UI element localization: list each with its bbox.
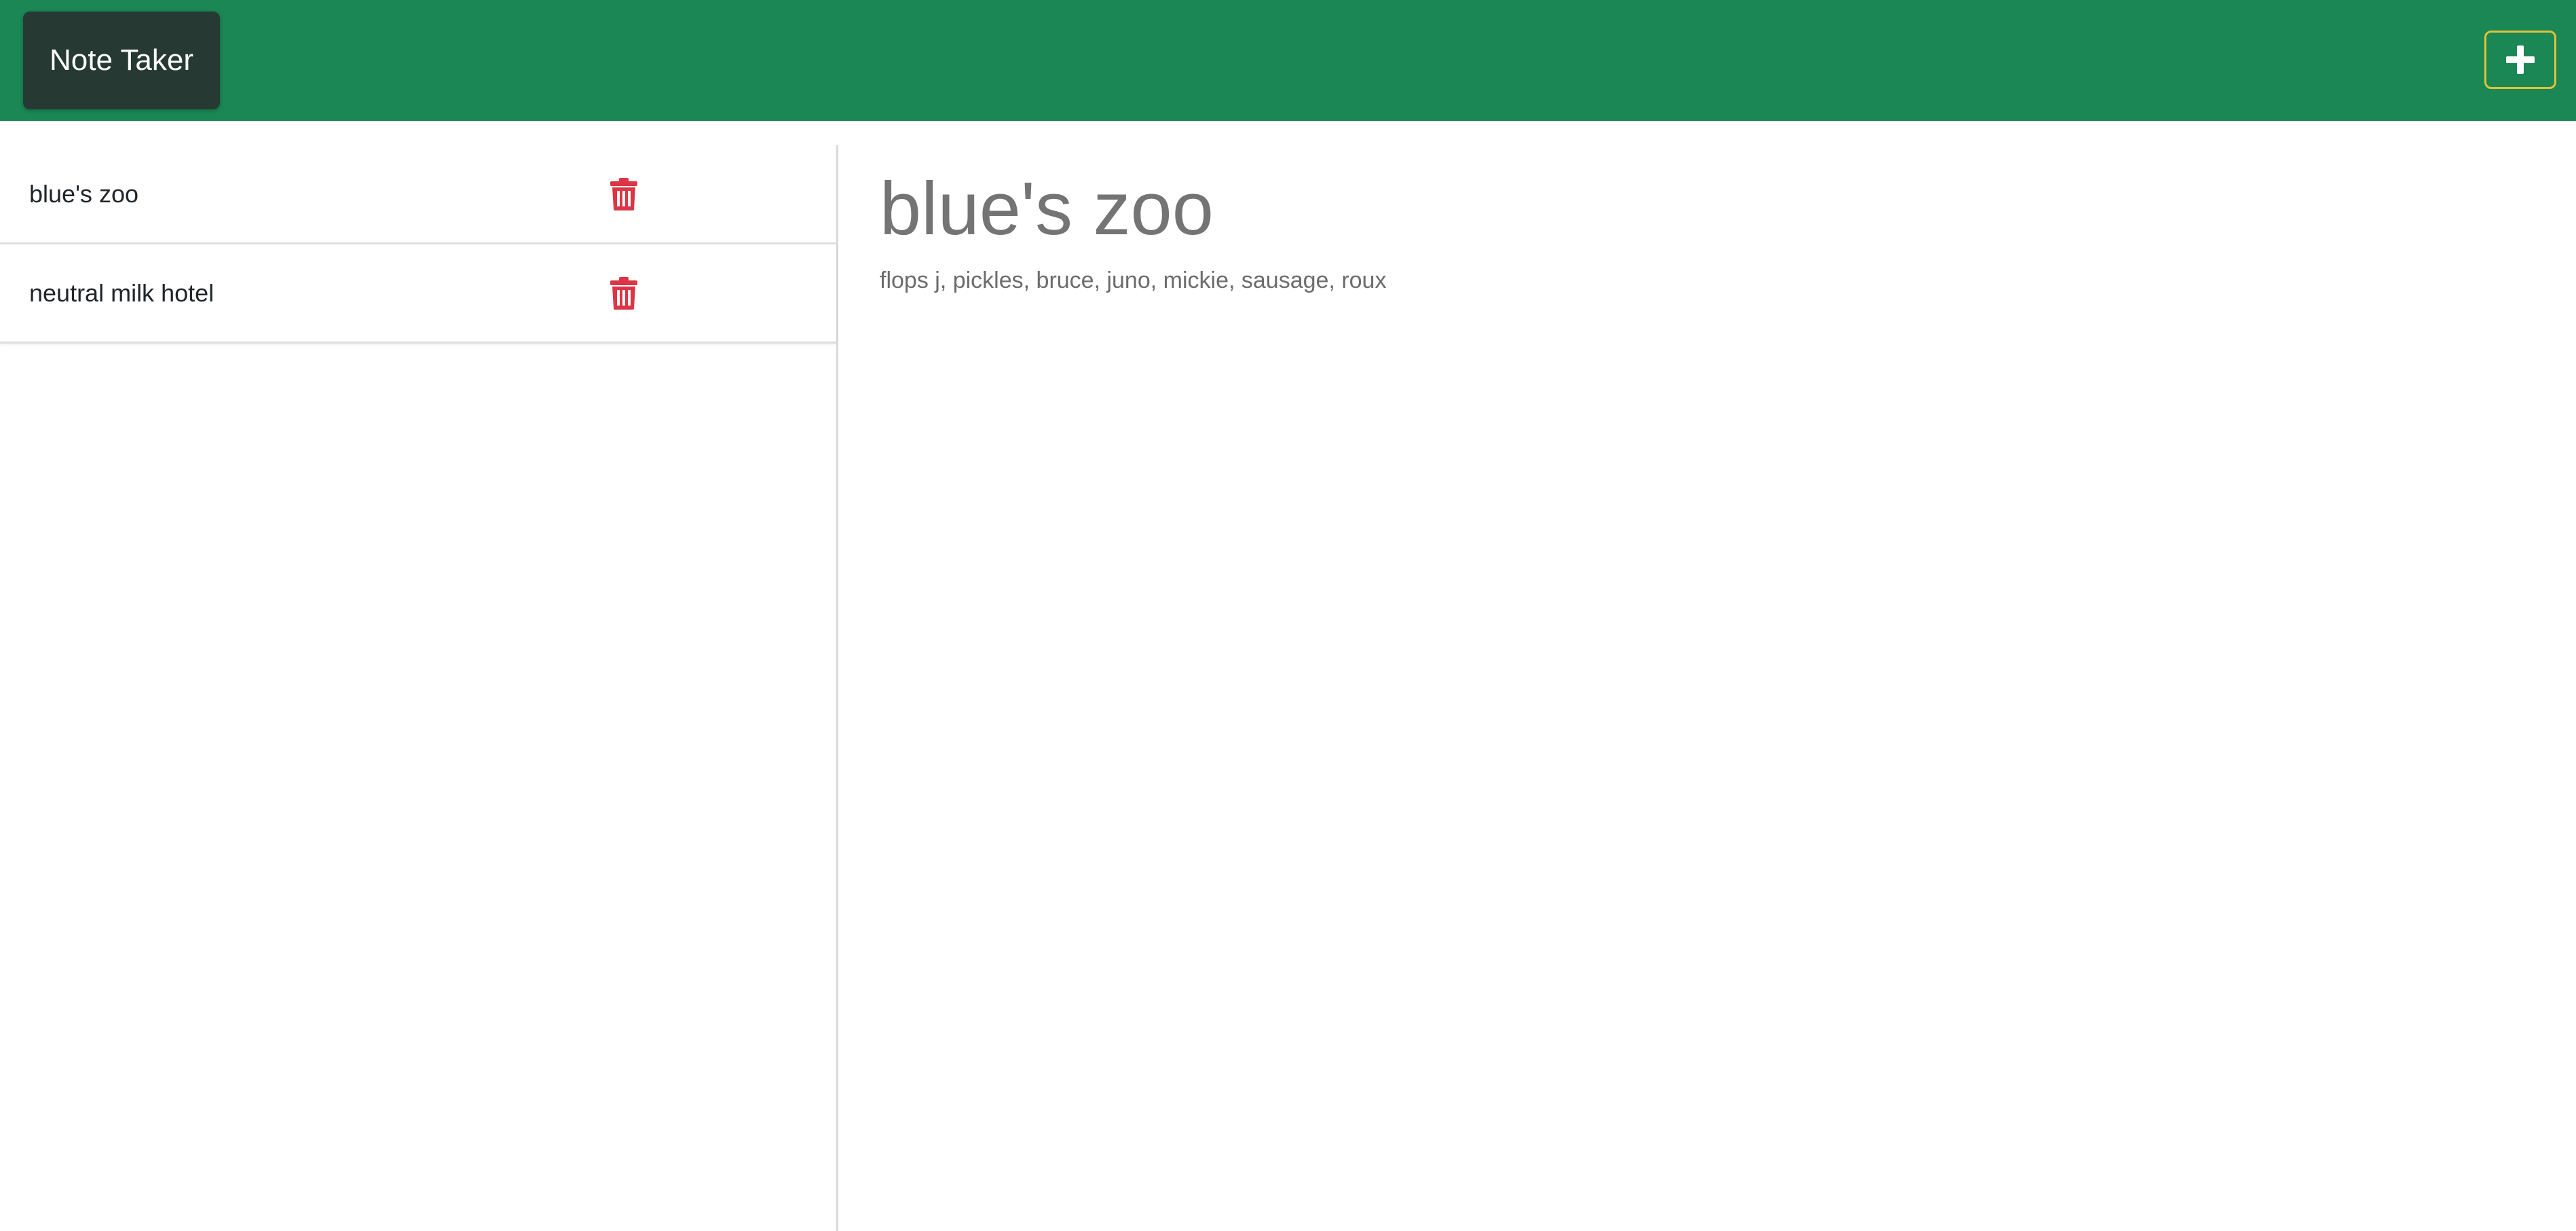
list-item[interactable]: neutral milk hotel [0,244,836,344]
note-list-title: neutral milk hotel [29,278,214,307]
plus-icon [2506,45,2535,74]
trash-icon[interactable] [610,276,638,310]
note-body-textarea[interactable]: flops j, pickles, bruce, juno, mickie, s… [880,268,2509,675]
brand-button[interactable]: Note Taker [23,12,220,109]
trash-icon[interactable] [610,177,638,211]
note-list-title: blue's zoo [29,179,138,208]
note-title-input[interactable] [880,166,2509,252]
list-item[interactable]: blue's zoo [0,145,836,244]
note-list: blue's zoo neutral milk hotel [0,145,836,344]
navbar: Note Taker [0,0,2576,121]
note-list-panel: blue's zoo neutral milk hotel [0,145,838,1231]
note-editor: flops j, pickles, bruce, juno, mickie, s… [840,145,2576,1231]
new-note-button[interactable] [2484,31,2556,89]
